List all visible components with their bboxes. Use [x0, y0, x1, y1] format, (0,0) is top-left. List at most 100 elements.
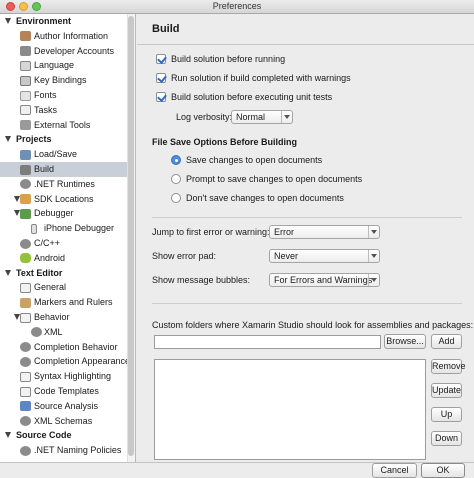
behavior-icon: [20, 312, 31, 323]
sidebar-item-markers-and-rulers[interactable]: Markers and Rulers: [0, 295, 128, 310]
dont-save-radio[interactable]: [171, 193, 181, 203]
sidebar-item-sdk-locations[interactable]: SDK Locations: [0, 192, 128, 207]
developer-accounts-icon: [20, 46, 31, 57]
remove-folder-button[interactable]: Remove: [431, 359, 466, 374]
window-title: Preferences: [212, 1, 262, 11]
log-verbosity-select[interactable]: Normal: [231, 110, 293, 124]
disclosure-triangle-icon[interactable]: [5, 18, 11, 24]
sidebar-item-xml-schemas[interactable]: XML Schemas: [0, 414, 128, 429]
browse-button[interactable]: Browse...: [384, 334, 426, 349]
move-down-button[interactable]: Down: [431, 431, 462, 446]
sidebar-item-developer-accounts[interactable]: Developer Accounts: [0, 44, 128, 59]
save-changes-radio[interactable]: [171, 155, 181, 165]
syntax-highlighting-icon: [20, 371, 31, 382]
sidebar-item-completion-behavior[interactable]: Completion Behavior: [0, 340, 128, 355]
sidebar-scroll-thumb[interactable]: [128, 16, 134, 456]
c-cpp-icon: [20, 238, 31, 249]
sidebar-item-external-tools[interactable]: External Tools: [0, 118, 128, 133]
build-panel: Build Build solution before running Run …: [137, 14, 474, 462]
build-before-tests-checkbox[interactable]: [156, 92, 166, 102]
add-folder-button[interactable]: Add: [431, 334, 462, 349]
sidebar-item-behavior[interactable]: Behavior: [0, 310, 128, 325]
sidebar-item-tasks[interactable]: Tasks: [0, 103, 128, 118]
show-error-pad-label: Show error pad:: [152, 251, 217, 261]
disclosure-triangle-icon[interactable]: [5, 269, 11, 276]
net-naming-policies-icon: [20, 445, 31, 456]
divider: [152, 303, 462, 304]
window-titlebar: Preferences: [0, 0, 474, 14]
chevron-down-icon: [368, 226, 379, 238]
disclosure-triangle-icon[interactable]: [5, 432, 11, 439]
sidebar: Environment Author Information Developer…: [0, 14, 136, 462]
run-with-warnings-checkbox[interactable]: [156, 73, 166, 83]
language-icon: [20, 60, 31, 71]
dont-save-label: Don't save changes to open documents: [186, 193, 344, 203]
load-save-icon: [20, 149, 31, 160]
chevron-down-icon: [368, 274, 379, 286]
sidebar-group-environment[interactable]: Environment: [0, 14, 128, 29]
debugger-icon: [20, 208, 31, 219]
sidebar-item-debugger[interactable]: Debugger: [0, 206, 128, 221]
show-error-pad-select[interactable]: Never: [269, 249, 380, 263]
file-save-heading: File Save Options Before Building: [152, 137, 298, 147]
build-before-running-label: Build solution before running: [171, 54, 286, 64]
sidebar-item-fonts[interactable]: Fonts: [0, 88, 128, 103]
sidebar-group-projects[interactable]: Projects: [0, 132, 128, 147]
custom-folders-label: Custom folders where Xamarin Studio shou…: [152, 320, 474, 330]
sidebar-item-code-templates[interactable]: Code Templates: [0, 384, 128, 399]
xml-icon: [31, 327, 42, 338]
chevron-down-icon: [281, 111, 292, 123]
title-divider: [137, 44, 474, 45]
sidebar-item-net-runtimes[interactable]: .NET Runtimes: [0, 177, 128, 192]
sidebar-item-author-information[interactable]: Author Information: [0, 29, 128, 44]
android-icon: [20, 253, 31, 264]
sidebar-group-text-editor[interactable]: Text Editor: [0, 266, 128, 281]
sidebar-item-android[interactable]: Android: [0, 251, 128, 266]
sdk-locations-icon: [20, 194, 31, 205]
sidebar-item-language[interactable]: Language: [0, 58, 128, 73]
source-analysis-icon: [20, 401, 31, 412]
markers-and-rulers-icon: [20, 297, 31, 308]
net-runtimes-icon: [20, 179, 31, 190]
chevron-down-icon: [368, 250, 379, 262]
sidebar-item-net-naming-policies[interactable]: .NET Naming Policies: [0, 443, 128, 458]
save-changes-label: Save changes to open documents: [186, 155, 323, 165]
sidebar-scrollbar[interactable]: [127, 14, 135, 462]
sidebar-group-source-code[interactable]: Source Code: [0, 428, 128, 443]
update-folder-button[interactable]: Update: [431, 383, 462, 398]
move-up-button[interactable]: Up: [431, 407, 462, 422]
sidebar-item-build[interactable]: Build: [0, 162, 128, 177]
divider: [152, 217, 462, 218]
completion-appearance-icon: [20, 356, 31, 367]
xml-schemas-icon: [20, 416, 31, 427]
cancel-button[interactable]: Cancel: [372, 463, 417, 478]
jump-to-error-select[interactable]: Error: [269, 225, 380, 239]
disclosure-triangle-icon[interactable]: [5, 136, 11, 143]
fonts-icon: [20, 90, 31, 101]
sidebar-item-source-analysis[interactable]: Source Analysis: [0, 399, 128, 414]
sidebar-item-c-cpp[interactable]: C/C++: [0, 236, 128, 251]
sidebar-item-general[interactable]: General: [0, 280, 128, 295]
iphone-debugger-icon: [31, 223, 37, 234]
show-message-bubbles-select[interactable]: For Errors and Warnings: [269, 273, 380, 287]
page-title: Build: [152, 23, 180, 35]
jump-to-error-label: Jump to first error or warning:: [152, 227, 270, 237]
sidebar-item-syntax-highlighting[interactable]: Syntax Highlighting: [0, 369, 128, 384]
sidebar-item-completion-appearance[interactable]: Completion Appearance: [0, 354, 130, 369]
show-message-bubbles-label: Show message bubbles:: [152, 275, 251, 285]
run-with-warnings-label: Run solution if build completed with war…: [171, 73, 351, 83]
sidebar-item-xml[interactable]: XML: [0, 325, 128, 340]
sidebar-item-iphone-debugger[interactable]: iPhone Debugger: [0, 221, 128, 236]
log-verbosity-label: Log verbosity:: [176, 112, 233, 122]
sidebar-item-load-save[interactable]: Load/Save: [0, 147, 128, 162]
ok-button[interactable]: OK: [421, 463, 465, 478]
custom-folder-input[interactable]: [154, 335, 381, 349]
build-before-tests-label: Build solution before executing unit tes…: [171, 92, 333, 102]
completion-behavior-icon: [20, 342, 31, 353]
tasks-icon: [20, 105, 31, 116]
custom-folders-list[interactable]: [154, 359, 426, 460]
sidebar-item-key-bindings[interactable]: Key Bindings: [0, 73, 128, 88]
build-icon: [20, 164, 31, 175]
prompt-save-radio[interactable]: [171, 174, 181, 184]
build-before-running-checkbox[interactable]: [156, 54, 166, 64]
